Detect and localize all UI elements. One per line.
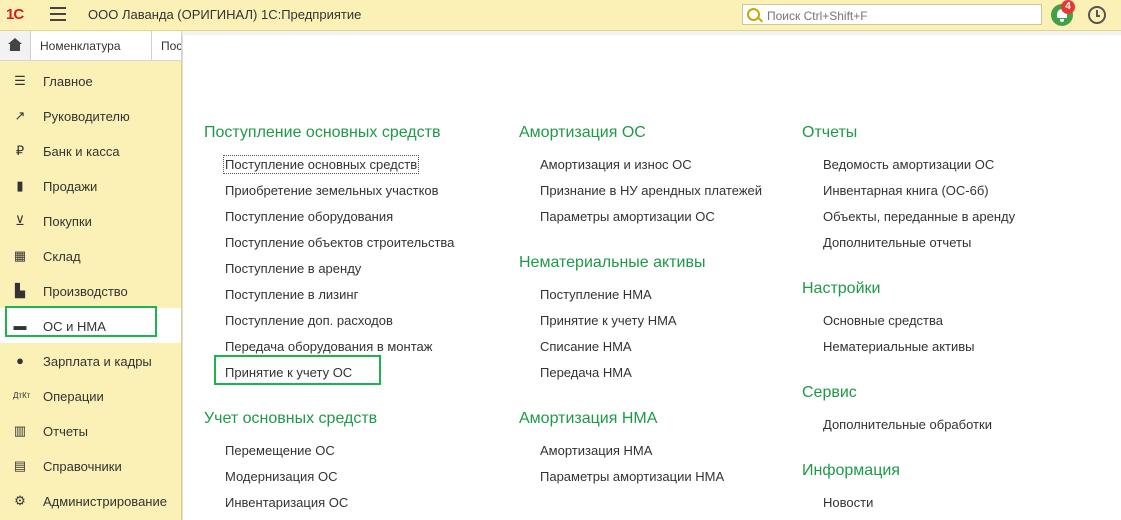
dt-kt-icon: ДтКт [13, 391, 31, 400]
sidebar-item-label: Справочники [43, 459, 122, 474]
highlight-box-sidebar [5, 306, 157, 337]
bag-icon: ▮ [16, 178, 24, 193]
menu-link[interactable]: Перемещение ОС [225, 443, 335, 458]
search-icon [747, 8, 760, 21]
menu-link[interactable]: Новости [823, 495, 873, 510]
sidebar-item-operations[interactable]: ДтКт Операции [0, 378, 181, 413]
gear-icon: ⚙ [14, 493, 26, 508]
notifications-badge: 4 [1061, 0, 1075, 14]
menu-link[interactable]: Ведомость амортизации ОС [823, 157, 994, 172]
tab-label: Номенклатура [40, 39, 121, 53]
menu-link[interactable]: Поступление в лизинг [225, 287, 358, 302]
menu-link[interactable]: Модернизация ОС [225, 469, 337, 484]
section-title: Учет основных средств [204, 410, 378, 427]
highlight-box-link [214, 355, 381, 385]
menu-link[interactable]: Дополнительные обработки [823, 417, 992, 432]
menu-link[interactable]: Поступление оборудования [225, 209, 393, 224]
sidebar-item-label: Покупки [43, 214, 92, 229]
grid-icon: ▦ [13, 248, 27, 263]
search-box[interactable] [742, 4, 1042, 25]
bar-chart-icon: ▥ [13, 423, 27, 438]
sidebar-item-label: Склад [43, 249, 81, 264]
menu-link[interactable]: Объекты, переданные в аренду [823, 209, 1015, 224]
menu-link[interactable]: Инвентаризация ОС [225, 495, 348, 510]
main-menu-button[interactable] [50, 7, 66, 21]
home-button[interactable] [0, 31, 31, 60]
menu-link[interactable]: Нематериальные активы [823, 339, 975, 354]
menu-link[interactable]: Амортизация и износ ОС [540, 157, 692, 172]
sidebar-item-label: Операции [43, 389, 104, 404]
menu-link[interactable]: Списание НМА [540, 339, 632, 354]
sections-panel: ☰ Главное ↗ Руководителю ₽ Банк и касса … [0, 61, 182, 520]
sidebar-item-sales[interactable]: ▮ Продажи [0, 168, 181, 203]
section-title: Амортизация ОС [519, 124, 646, 141]
section-title: Амортизация НМА [519, 410, 658, 427]
section-title: Поступление основных средств [204, 124, 441, 141]
menu-link[interactable]: Поступление основных средств [222, 155, 420, 174]
menu-link[interactable]: Поступление доп. расходов [225, 313, 393, 328]
person-icon: ● [16, 353, 24, 368]
history-icon[interactable] [1088, 6, 1106, 24]
sidebar-item-label: Администрирование [43, 494, 167, 509]
factory-icon: ▙ [15, 283, 25, 298]
menu-link[interactable]: Принятие к учету НМА [540, 313, 677, 328]
menu-link[interactable]: Поступление НМА [540, 287, 652, 302]
section-title: Нематериальные активы [519, 254, 706, 271]
section-title: Отчеты [802, 124, 858, 141]
menu-link[interactable]: Амортизация НМА [540, 443, 652, 458]
menu-link[interactable]: Поступление объектов строительства [225, 235, 454, 250]
sidebar-item-references[interactable]: ▤ Справочники [0, 448, 181, 483]
function-panel: Поступление основных средств Поступление… [182, 35, 1121, 520]
sidebar-item-admin[interactable]: ⚙ Администрирование [0, 483, 181, 518]
sidebar-item-production[interactable]: ▙ Производство [0, 273, 181, 308]
menu-link[interactable]: Передача НМА [540, 365, 632, 380]
menu-link[interactable]: Передача оборудования в монтаж [225, 339, 432, 354]
tab-nomenclature[interactable]: Номенклатура [31, 31, 152, 60]
menu-link[interactable]: Инвентарная книга (ОС-6б) [823, 183, 989, 198]
sidebar-item-label: Зарплата и кадры [43, 354, 152, 369]
menu-link[interactable]: Параметры амортизации ОС [540, 209, 715, 224]
section-title: Информация [802, 462, 900, 479]
hamburger-icon [50, 7, 66, 9]
title-bar: 1С ООО Лаванда (ОРИГИНАЛ) 1С:Предприятие… [0, 0, 1121, 31]
menu-icon: ☰ [14, 73, 26, 88]
menu-link[interactable]: Приобретение земельных участков [225, 183, 439, 198]
sidebar-item-label: Главное [43, 74, 93, 89]
app-logo: 1С [6, 6, 24, 23]
tab-postuplenie[interactable]: Пос [152, 31, 182, 60]
trend-icon: ↗ [14, 108, 26, 123]
sidebar-item-salary[interactable]: ● Зарплата и кадры [0, 343, 181, 378]
menu-link[interactable]: Параметры амортизации НМА [540, 469, 724, 484]
menu-link[interactable]: Дополнительные отчеты [823, 235, 971, 250]
app-title: ООО Лаванда (ОРИГИНАЛ) 1С:Предприятие [88, 7, 362, 22]
sidebar-item-main[interactable]: ☰ Главное [0, 63, 181, 98]
section-title: Сервис [802, 384, 857, 401]
sidebar-item-label: Банк и касса [43, 144, 120, 159]
sidebar-item-bank[interactable]: ₽ Банк и касса [0, 133, 181, 168]
sidebar-item-purchases[interactable]: ⊻ Покупки [0, 203, 181, 238]
sidebar-item-label: Продажи [43, 179, 98, 194]
sidebar-item-manager[interactable]: ↗ Руководителю [0, 98, 181, 133]
sidebar-item-label: Отчеты [43, 424, 88, 439]
menu-link[interactable]: Основные средства [823, 313, 943, 328]
sidebar-item-label: Руководителю [43, 109, 130, 124]
books-icon: ▤ [13, 458, 27, 473]
section-title: Настройки [802, 280, 881, 297]
tab-label: Пос [161, 39, 182, 53]
menu-link[interactable]: Поступление в аренду [225, 261, 361, 276]
sidebar-item-label: Производство [43, 284, 128, 299]
search-input[interactable] [765, 6, 1039, 25]
cart-icon: ⊻ [15, 213, 25, 228]
sidebar-item-reports[interactable]: ▥ Отчеты [0, 413, 181, 448]
menu-link[interactable]: Признание в НУ арендных платежей [540, 183, 762, 198]
ruble-icon: ₽ [15, 143, 25, 158]
sidebar-item-warehouse[interactable]: ▦ Склад [0, 238, 181, 273]
